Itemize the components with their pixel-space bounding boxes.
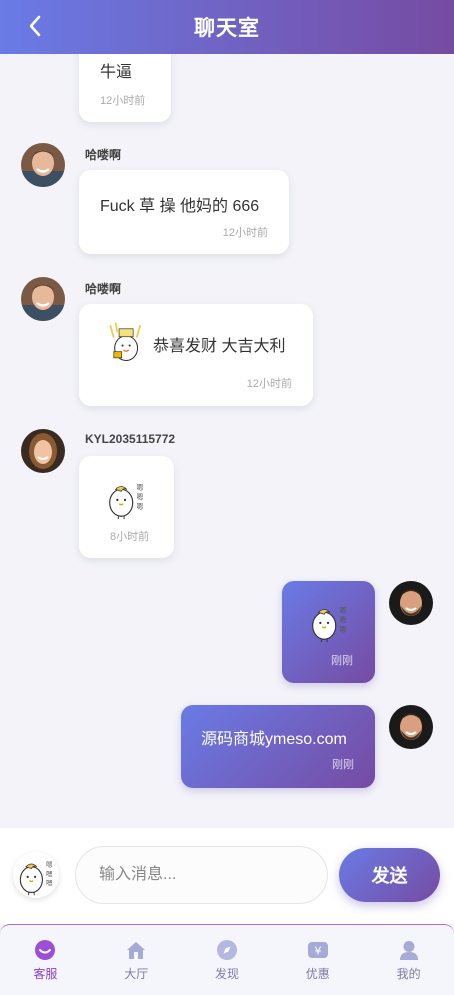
sticker-picker-button[interactable] <box>13 852 59 898</box>
home-icon <box>125 939 147 961</box>
tab-label: 优惠 <box>305 967 330 981</box>
message-bubble: 8小时前 <box>79 456 174 558</box>
my-avatar[interactable] <box>389 705 433 749</box>
chick-sticker-icon <box>13 852 59 898</box>
top-bar: 聊天室 <box>0 0 454 54</box>
page-title: 聊天室 <box>194 17 260 40</box>
message-bubble: Fuck 草 操 他妈的 666 12小时前 <box>79 170 289 254</box>
message-text: 恭喜发财 大吉大利 <box>153 338 286 355</box>
my-message-bubble: 刚刚 <box>282 581 375 683</box>
tab-label: 大厅 <box>124 967 149 981</box>
message-text: 牛逼 <box>100 64 133 81</box>
tab-discover[interactable]: 发现 <box>182 925 273 995</box>
user-icon <box>398 939 420 961</box>
chick-sticker-icon <box>101 474 151 522</box>
bottom-tab-bar: 客服 大厅 发现 ¥ 优惠 我的 <box>0 924 454 995</box>
message-time: 12小时前 <box>246 378 292 390</box>
message-time: 12小时前 <box>100 95 146 107</box>
sender-name: 哈喽啊 <box>85 282 122 296</box>
tab-label: 发现 <box>214 967 239 981</box>
my-message-bubble: 源码商城ymeso.com 刚刚 <box>181 705 375 788</box>
message-bubble: 牛逼 12小时前 <box>79 54 171 122</box>
yen-ticket-icon: ¥ <box>307 939 329 961</box>
avatar[interactable] <box>21 143 65 187</box>
tab-label: 客服 <box>33 967 58 981</box>
tab-customer-service[interactable]: 客服 <box>0 925 91 995</box>
my-avatar[interactable] <box>389 581 433 625</box>
sender-name: KYL2035115772 <box>85 432 176 446</box>
message-time: 刚刚 <box>331 655 353 667</box>
avatar[interactable] <box>21 277 65 321</box>
message-input-bar: 发送 <box>0 828 454 924</box>
message-time: 12小时前 <box>222 227 268 239</box>
compass-icon <box>216 939 238 961</box>
tab-profile[interactable]: 我的 <box>363 925 454 995</box>
tab-promotions[interactable]: ¥ 优惠 <box>272 925 363 995</box>
customer-service-icon <box>34 939 56 961</box>
message-input[interactable] <box>75 846 328 904</box>
message-text: Fuck 草 操 他妈的 666 <box>100 198 260 215</box>
chat-message-list[interactable]: 牛逼 12小时前 哈喽啊 Fuck 草 操 他妈的 666 12小时前 哈喽啊 … <box>0 54 454 828</box>
tab-label: 我的 <box>396 967 421 981</box>
sender-name: 哈喽啊 <box>85 148 122 162</box>
message-text: 源码商城ymeso.com <box>201 731 347 748</box>
tab-lobby[interactable]: 大厅 <box>91 925 182 995</box>
message-time: 8小时前 <box>110 531 150 543</box>
back-arrow-icon[interactable] <box>22 12 50 40</box>
avatar[interactable] <box>21 429 65 473</box>
send-button[interactable]: 发送 <box>339 848 440 902</box>
fortune-sticker-icon <box>105 318 149 366</box>
svg-text:¥: ¥ <box>314 945 321 958</box>
message-time: 刚刚 <box>332 759 354 771</box>
message-bubble: 恭喜发财 大吉大利 12小时前 <box>79 304 313 406</box>
chick-sticker-icon <box>304 597 354 645</box>
